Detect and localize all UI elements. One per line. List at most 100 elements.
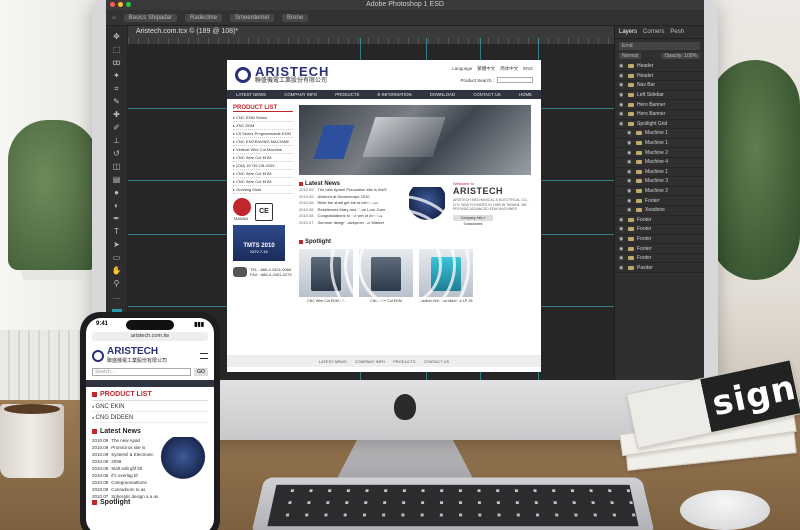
layer-row[interactable]: ◉ Footer bbox=[615, 196, 704, 206]
healing-brush-icon[interactable]: ✚ bbox=[111, 110, 123, 120]
visibility-eye-icon[interactable]: ◉ bbox=[619, 265, 625, 271]
visibility-eye-icon[interactable]: ◉ bbox=[627, 130, 633, 136]
footer-link-3[interactable]: PRODUCTS bbox=[393, 359, 415, 364]
layer-row[interactable]: ◉ Machine 1 bbox=[615, 139, 704, 149]
option-2[interactable]: Radeclme bbox=[184, 13, 222, 22]
visibility-eye-icon[interactable]: ◉ bbox=[619, 92, 625, 98]
layer-row[interactable]: ◉ Paxder bbox=[615, 263, 704, 274]
sidebar-item[interactable]: (Old) 16"/35 CB-4035 bbox=[233, 162, 293, 170]
maximize-icon[interactable] bbox=[126, 2, 131, 7]
stamp-tool-icon[interactable]: ⊥ bbox=[111, 136, 123, 146]
brush-tool-icon[interactable]: ✐ bbox=[111, 123, 123, 133]
shape-tool-icon[interactable]: ▭ bbox=[111, 253, 123, 263]
company-info-button[interactable]: Company Info » Subsidiaries bbox=[453, 214, 493, 226]
layer-row[interactable]: ◉ Hero Banner bbox=[615, 100, 704, 110]
layer-row[interactable]: ◉ Xeadoirs bbox=[615, 206, 704, 216]
visibility-eye-icon[interactable]: ◉ bbox=[619, 121, 625, 127]
layer-row[interactable]: ◉ Nav Bar bbox=[615, 81, 704, 91]
sidebar-item[interactable]: LB Series Programmable EDM bbox=[233, 130, 293, 138]
layer-row[interactable]: ◉ Footer bbox=[615, 216, 704, 226]
visibility-eye-icon[interactable]: ◉ bbox=[627, 198, 633, 204]
blur-tool-icon[interactable]: ● bbox=[111, 188, 123, 198]
mobile-news-row[interactable]: 2010.09 Systemil & Electronic bbox=[92, 451, 158, 458]
layer-row[interactable]: ◉ Header bbox=[615, 72, 704, 82]
visibility-eye-icon[interactable]: ◉ bbox=[619, 236, 625, 242]
tab-corners[interactable]: Corners bbox=[643, 29, 664, 35]
visibility-eye-icon[interactable]: ◉ bbox=[619, 111, 625, 117]
nav-products[interactable]: PRODUCTS bbox=[335, 92, 359, 97]
mobile-news-row[interactable]: 2010.09 2099 bbox=[92, 458, 158, 465]
mobile-news-row[interactable]: 2010.08 if's overlag bf bbox=[92, 472, 158, 479]
home-icon[interactable]: ⌂ bbox=[112, 15, 116, 21]
lang-tc[interactable]: 繁體中文 bbox=[477, 66, 495, 72]
eraser-tool-icon[interactable]: ◫ bbox=[111, 162, 123, 172]
layer-row[interactable]: ◉ Footer bbox=[615, 244, 704, 254]
visibility-eye-icon[interactable]: ◉ bbox=[627, 140, 633, 146]
visibility-eye-icon[interactable]: ◉ bbox=[627, 150, 633, 156]
layer-filter[interactable]: Ernd bbox=[619, 42, 700, 50]
phone-url-bar[interactable]: aristech.com.tw bbox=[92, 332, 208, 341]
document-tab[interactable]: Aristech.com.tcx © (189 @ 108)* bbox=[128, 26, 614, 38]
footer-link-1[interactable]: LATEST NEWS bbox=[319, 359, 347, 364]
layer-row[interactable]: ◉ Hero Banner bbox=[615, 110, 704, 120]
lasso-tool-icon[interactable]: ꝏ bbox=[111, 58, 123, 68]
path-select-icon[interactable]: ➤ bbox=[111, 240, 123, 250]
option-3[interactable]: Smeerdemel bbox=[230, 13, 275, 22]
type-tool-icon[interactable]: T bbox=[111, 227, 123, 237]
sidebar-item[interactable]: CNC Wire Cut EDM bbox=[233, 154, 293, 162]
visibility-eye-icon[interactable]: ◉ bbox=[619, 246, 625, 252]
visibility-eye-icon[interactable]: ◉ bbox=[619, 73, 625, 79]
layer-row[interactable]: ◉ Machine 1 bbox=[615, 129, 704, 139]
mobile-news-row[interactable]: 2010.08 Conradsom to as bbox=[92, 486, 158, 493]
mobile-search-input[interactable]: Search... bbox=[92, 368, 191, 376]
nav-e-information[interactable]: E-INFORMATION bbox=[378, 92, 412, 97]
sidebar-item[interactable]: Grinding Mold bbox=[233, 186, 293, 194]
layer-row[interactable]: ◉ Spotlight Grid bbox=[615, 120, 704, 130]
crop-tool-icon[interactable]: ⌗ bbox=[111, 84, 123, 94]
tab-layers[interactable]: Layers bbox=[619, 29, 637, 35]
mobile-product-1[interactable]: GNC EKIN bbox=[92, 401, 208, 412]
sidebar-item[interactable]: CNC EDM Series bbox=[233, 114, 293, 122]
visibility-eye-icon[interactable]: ◉ bbox=[627, 178, 633, 184]
zoom-tool-icon[interactable]: ⚲ bbox=[111, 279, 123, 289]
search-input[interactable] bbox=[497, 77, 533, 83]
nav-home[interactable]: HOME bbox=[519, 92, 532, 97]
opacity-field[interactable]: Opacity: 100% bbox=[661, 53, 700, 59]
layer-row[interactable]: ◉ Footer bbox=[615, 254, 704, 264]
gradient-tool-icon[interactable]: ▤ bbox=[111, 175, 123, 185]
nav-latest-news[interactable]: LATEST NEWS bbox=[236, 92, 266, 97]
minimize-icon[interactable] bbox=[118, 2, 123, 7]
visibility-eye-icon[interactable]: ◉ bbox=[619, 63, 625, 69]
visibility-eye-icon[interactable]: ◉ bbox=[619, 255, 625, 261]
pen-tool-icon[interactable]: ✒ bbox=[111, 214, 123, 224]
layer-row[interactable]: ◉ Machine 4 bbox=[615, 158, 704, 168]
layer-row[interactable]: ◉ Machine 3 bbox=[615, 177, 704, 187]
sidebar-item[interactable]: CNC Wire Cut EDM bbox=[233, 178, 293, 186]
history-brush-icon[interactable]: ↺ bbox=[111, 149, 123, 159]
visibility-eye-icon[interactable]: ◉ bbox=[619, 82, 625, 88]
mobile-news-row[interactable]: 2010.08 Cotegraomattions bbox=[92, 479, 158, 486]
close-icon[interactable] bbox=[110, 2, 115, 7]
sidebar-item[interactable]: ZNC EDM bbox=[233, 122, 293, 130]
marquee-tool-icon[interactable]: ⬚ bbox=[111, 45, 123, 55]
eyedropper-icon[interactable]: ✎ bbox=[111, 97, 123, 107]
mobile-news-row[interactable]: 2010.08 Slaft edit ghf blt bbox=[92, 465, 158, 472]
tab-pesh[interactable]: Pesh bbox=[670, 29, 684, 35]
layer-row[interactable]: ◉ Machine 2 bbox=[615, 187, 704, 197]
nav-download[interactable]: DOWNLOAD bbox=[430, 92, 455, 97]
mobile-news-row[interactable]: 2010.07 Spheratic design a a ast bbox=[92, 493, 158, 500]
visibility-eye-icon[interactable]: ◉ bbox=[627, 188, 633, 194]
blend-mode-select[interactable]: Normal bbox=[619, 53, 642, 59]
sidebar-item[interactable]: CNC Wire Cut EDM bbox=[233, 170, 293, 178]
sidebar-item[interactable]: Vertical Wire Cut Machine bbox=[233, 146, 293, 154]
option-4[interactable]: Brene bbox=[282, 13, 309, 22]
lang-sc[interactable]: 简体中文 bbox=[500, 66, 518, 72]
mobile-search-button[interactable]: GO bbox=[194, 368, 208, 376]
visibility-eye-icon[interactable]: ◉ bbox=[627, 169, 633, 175]
magic-wand-icon[interactable]: ✦ bbox=[111, 71, 123, 81]
award-badge[interactable]: TMTS 2010 NOV.7-16 bbox=[233, 225, 285, 261]
visibility-eye-icon[interactable]: ◉ bbox=[627, 159, 633, 165]
visibility-eye-icon[interactable]: ◉ bbox=[619, 102, 625, 108]
move-tool-icon[interactable]: ✥ bbox=[111, 32, 123, 42]
option-1[interactable]: Basics Shipadar bbox=[123, 13, 177, 22]
